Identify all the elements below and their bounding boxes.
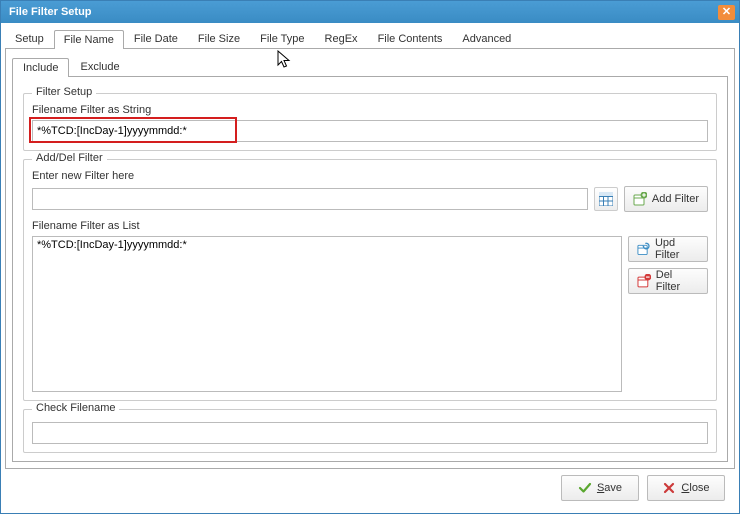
add-filter-label: Add Filter <box>652 193 699 205</box>
dialog-window: File Filter Setup ✕ Setup File Name File… <box>0 0 740 514</box>
tab-file-contents[interactable]: File Contents <box>368 29 453 48</box>
sub-tabpanel: Filter Setup Filename Filter as String A… <box>12 77 728 462</box>
tab-file-size[interactable]: File Size <box>188 29 250 48</box>
titlebar: File Filter Setup ✕ <box>1 1 739 23</box>
list-item[interactable]: *%TCD:[IncDay-1]yyyymmdd:* <box>37 239 617 251</box>
tab-file-date[interactable]: File Date <box>124 29 188 48</box>
subtab-include[interactable]: Include <box>12 58 69 77</box>
group-check-filename: Check Filename <box>23 409 717 453</box>
group-filter-setup: Filter Setup Filename Filter as String <box>23 93 717 151</box>
del-icon <box>637 274 651 288</box>
save-button-label: Save <box>597 482 622 494</box>
label-filter-as-list: Filename Filter as List <box>32 220 708 232</box>
window-title: File Filter Setup <box>5 6 718 18</box>
upd-icon <box>637 242 650 256</box>
sub-tabstrip: Include Exclude <box>12 55 728 77</box>
tab-file-name[interactable]: File Name <box>54 30 124 49</box>
group-label-check-filename: Check Filename <box>32 402 119 414</box>
label-enter-new-filter: Enter new Filter here <box>32 170 708 182</box>
add-icon <box>633 192 647 206</box>
group-label-filter-setup: Filter Setup <box>32 86 96 98</box>
input-check-filename[interactable] <box>32 422 708 444</box>
label-filter-as-string: Filename Filter as String <box>32 104 708 116</box>
close-icon: ✕ <box>722 7 731 18</box>
group-label-add-del: Add/Del Filter <box>32 152 107 164</box>
input-filter-as-string-full[interactable] <box>32 120 708 142</box>
upd-filter-button[interactable]: Upd Filter <box>628 236 708 262</box>
close-button[interactable]: Close <box>647 475 725 501</box>
main-tabstrip: Setup File Name File Date File Size File… <box>5 27 735 49</box>
x-icon <box>662 481 676 495</box>
del-filter-button[interactable]: Del Filter <box>628 268 708 294</box>
close-button-label: Close <box>681 482 709 494</box>
del-filter-label: Del Filter <box>656 269 699 293</box>
listbox-filters[interactable]: *%TCD:[IncDay-1]yyyymmdd:* <box>32 236 622 392</box>
tab-advanced[interactable]: Advanced <box>452 29 521 48</box>
check-icon <box>578 481 592 495</box>
window-close-button[interactable]: ✕ <box>718 5 735 20</box>
browse-filter-button[interactable] <box>594 187 618 211</box>
save-button[interactable]: Save <box>561 475 639 501</box>
tab-setup[interactable]: Setup <box>5 29 54 48</box>
main-tabpanel: Include Exclude Filter Setup Filename Fi… <box>5 49 735 469</box>
input-new-filter[interactable] <box>32 188 588 210</box>
footer-buttons: Save Close <box>5 469 735 509</box>
content-area: Setup File Name File Date File Size File… <box>1 23 739 513</box>
group-add-del-filter: Add/Del Filter Enter new Filter here <box>23 159 717 401</box>
grid-icon <box>599 192 613 206</box>
add-filter-button[interactable]: Add Filter <box>624 186 708 212</box>
subtab-exclude[interactable]: Exclude <box>69 57 130 76</box>
tab-file-type[interactable]: File Type <box>250 29 314 48</box>
tab-regex[interactable]: RegEx <box>315 29 368 48</box>
upd-filter-label: Upd Filter <box>655 237 699 261</box>
